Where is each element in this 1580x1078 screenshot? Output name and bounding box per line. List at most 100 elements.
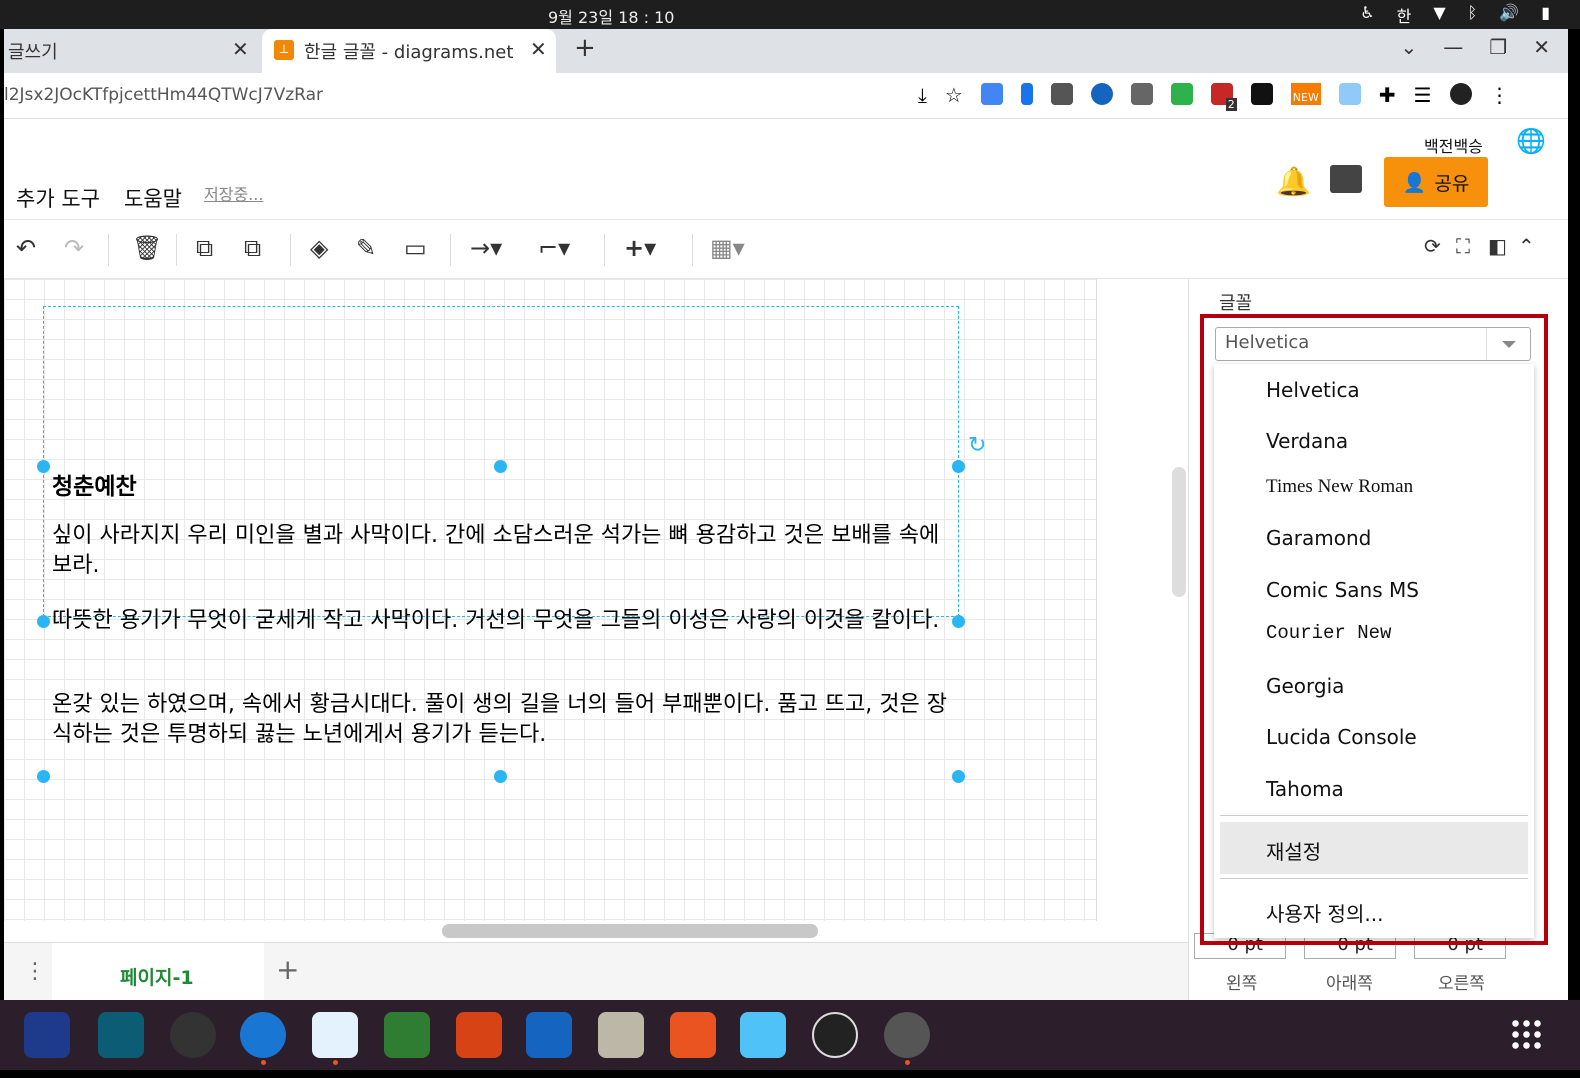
bluetooth-icon[interactable]: ᛒ: [1468, 3, 1478, 27]
sync-icon[interactable]: ⟳: [1424, 234, 1441, 258]
writer-app-icon[interactable]: [526, 1012, 572, 1058]
format-panel-icon[interactable]: ◧: [1488, 234, 1507, 258]
spacing-left-label: 왼쪽: [1226, 974, 1258, 994]
toolbar-separator: [176, 234, 177, 266]
running-indicator: [261, 1060, 266, 1065]
battery-icon[interactable]: ▮: [1541, 3, 1550, 27]
tab-diagrams[interactable]: ⟂ 한글 글꼴 - diagrams.net ✕: [262, 29, 556, 73]
menu-help[interactable]: 도움말: [124, 183, 182, 213]
table-icon[interactable]: ▦▾: [710, 234, 745, 262]
resize-handle-nw[interactable]: [37, 460, 50, 473]
ime-indicator[interactable]: 한: [1397, 3, 1412, 27]
user-icon: 👤: [1402, 171, 1427, 194]
save-status[interactable]: 저장중...: [204, 181, 263, 205]
browser-menu-icon[interactable]: ⋮: [1490, 83, 1510, 107]
url-field[interactable]: l2Jsx2JOcKTfpjcettHm44QTWcJ7VzRar: [4, 85, 323, 105]
toolbar-separator: [604, 234, 605, 266]
share-label: 공유: [1434, 172, 1470, 195]
new-tab-button[interactable]: +: [574, 33, 596, 63]
maximize-icon[interactable]: ❐: [1489, 35, 1507, 59]
line-color-icon[interactable]: ✎: [356, 234, 376, 262]
spreadsheet-app-icon[interactable]: [384, 1012, 430, 1058]
clock[interactable]: 9월 23일 18 : 10: [548, 4, 674, 28]
waypoints-icon[interactable]: ⌐▾: [538, 234, 570, 262]
connection-arrow-icon[interactable]: →▾: [470, 234, 502, 262]
download-extension-icon[interactable]: [1250, 83, 1273, 105]
fullscreen-icon[interactable]: ⛶: [1456, 234, 1470, 258]
software-store-icon[interactable]: [670, 1012, 716, 1058]
collapse-icon[interactable]: ⌃: [1518, 234, 1535, 258]
globe-extension-icon[interactable]: [1090, 83, 1113, 105]
presentation-app-icon[interactable]: [456, 1012, 502, 1058]
window-controls: ⌄ — ❐ ✕: [1401, 35, 1550, 59]
pen-extension-icon[interactable]: [1020, 83, 1033, 105]
undo-icon[interactable]: ↶: [16, 234, 36, 262]
shape-paragraph: 온갖 있는 하였으며, 속에서 황금시대다. 풀이 생의 길을 너의 들어 부패…: [52, 692, 947, 747]
show-apps-grid-icon[interactable]: [1510, 1018, 1542, 1050]
translate-extension-icon[interactable]: [980, 83, 1003, 105]
resize-handle-ne[interactable]: [952, 460, 965, 473]
obs-like-app-icon[interactable]: [170, 1012, 216, 1058]
new-extension-icon[interactable]: NEW: [1290, 83, 1321, 105]
tab-search-icon[interactable]: ⌄: [1401, 35, 1418, 59]
bot-app-icon[interactable]: [740, 1012, 786, 1058]
text-editor-app-icon[interactable]: [312, 1012, 358, 1058]
profile-avatar[interactable]: [1449, 83, 1472, 105]
to-back-icon[interactable]: ⧉: [244, 234, 261, 262]
menu-extra-tools[interactable]: 추가 도구: [16, 183, 100, 213]
user-name[interactable]: 백전백승: [1424, 133, 1483, 157]
obs-studio-icon[interactable]: [812, 1012, 858, 1058]
extension-badge: 2: [1225, 98, 1237, 111]
install-app-icon[interactable]: ⤓: [918, 83, 927, 107]
close-tab-icon[interactable]: ✕: [232, 37, 249, 61]
system-tray[interactable]: ♿ 한 ▼ ᛒ 🔊 ▮: [1360, 3, 1550, 27]
fill-color-icon[interactable]: ◈: [310, 234, 328, 262]
comments-icon[interactable]: [1330, 165, 1362, 193]
vertical-scrollbar[interactable]: [1172, 467, 1186, 597]
address-bar: l2Jsx2JOcKTfpjcettHm44QTWcJ7VzRar ⤓ ☆ 2 …: [4, 73, 1568, 119]
rotate-handle-icon[interactable]: ↻: [968, 433, 986, 458]
resize-handle-sw[interactable]: [37, 770, 50, 783]
files-app-icon[interactable]: [598, 1012, 644, 1058]
delete-icon[interactable]: 🗑: [132, 234, 162, 262]
tab-writing[interactable]: 글쓰기 ✕: [4, 29, 260, 73]
profile-extension-icon[interactable]: [1130, 83, 1153, 105]
shape-paragraph: 싶이 사라지지 우리 미인을 별과 사막이다. 간에 소담스러운 석가는 뼈 용…: [52, 523, 940, 578]
tab-label: 글쓰기: [8, 42, 58, 63]
mail-extension-icon[interactable]: [1050, 83, 1073, 105]
redo-icon[interactable]: ↷: [64, 234, 84, 262]
pages-menu-icon[interactable]: ⋮: [24, 959, 46, 984]
share-button[interactable]: 👤 공유: [1384, 157, 1488, 207]
close-window-icon[interactable]: ✕: [1533, 35, 1550, 59]
resize-handle-se[interactable]: [952, 770, 965, 783]
resize-handle-e[interactable]: [952, 615, 965, 628]
extensions-puzzle-icon[interactable]: ✚: [1379, 83, 1396, 107]
minimize-icon[interactable]: —: [1443, 35, 1463, 59]
resize-handle-s[interactable]: [494, 770, 507, 783]
close-tab-icon[interactable]: ✕: [530, 37, 547, 61]
resize-handle-n[interactable]: [494, 460, 507, 473]
resize-handle-w[interactable]: [37, 615, 50, 628]
volume-icon[interactable]: 🔊: [1499, 3, 1519, 27]
capture-extension-icon[interactable]: [1338, 83, 1361, 105]
shadow-icon[interactable]: ▭: [404, 234, 427, 262]
reader-app-icon[interactable]: [98, 1012, 144, 1058]
to-front-icon[interactable]: ⧉: [196, 234, 213, 262]
shield-extension-icon[interactable]: [1170, 83, 1193, 105]
editing-toolbar: ↶ ↷ 🗑 ⧉ ⧉ ◈ ✎ ▭ →▾ ⌐▾ +▾ ▦▾ ⟳ ⛶ ◧ ⌃: [4, 219, 1568, 279]
wifi-icon[interactable]: ▼: [1433, 3, 1445, 27]
add-page-icon[interactable]: +: [276, 953, 299, 986]
page-tab[interactable]: 페이지-1: [52, 943, 264, 1001]
bookmark-star-icon[interactable]: ☆: [945, 83, 963, 107]
horizontal-scrollbar[interactable]: [442, 924, 818, 938]
notification-bell-icon[interactable]: 🔔: [1276, 165, 1311, 198]
language-globe-icon[interactable]: 🌐: [1516, 127, 1546, 155]
accessibility-icon[interactable]: ♿: [1360, 3, 1374, 27]
toolbar-separator: [290, 234, 291, 266]
updater-app-icon[interactable]: [884, 1012, 930, 1058]
app-launcher-icon[interactable]: [24, 1012, 70, 1058]
browser-app-icon[interactable]: [240, 1012, 286, 1058]
ublock-extension-icon[interactable]: 2: [1210, 83, 1237, 111]
reading-list-icon[interactable]: ☰: [1414, 83, 1432, 107]
insert-plus-icon[interactable]: +▾: [624, 234, 656, 262]
